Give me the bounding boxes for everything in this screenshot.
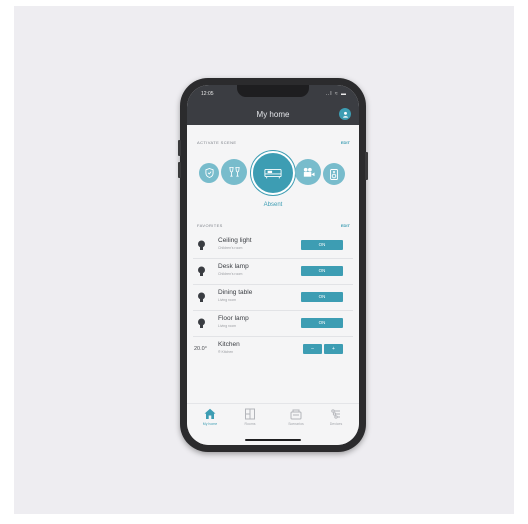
devices-icon: [331, 409, 340, 419]
scenarios-icon: [290, 409, 302, 420]
device-room: Children's room: [218, 246, 243, 250]
volume-up-button: [178, 140, 181, 156]
device-room: Living room: [218, 298, 237, 302]
projector-icon: [303, 167, 315, 177]
bulb-icon: [198, 292, 205, 302]
tab-label: My home: [202, 422, 218, 426]
scene-cinema[interactable]: [295, 159, 321, 185]
activate-scene-label: ACTIVATE SCENE: [197, 140, 237, 145]
shield-icon: [204, 168, 214, 178]
page-title: My home: [256, 110, 290, 119]
edit-favorites-link[interactable]: EDIT: [341, 223, 350, 228]
device-name: Dining table: [218, 289, 253, 296]
cheers-icon: [228, 166, 240, 177]
device-room: Children's room: [218, 272, 243, 276]
status-indicators: ..l ≈ ▬: [325, 91, 347, 97]
home-icon: [204, 408, 216, 419]
tab-devices[interactable]: Devices: [319, 408, 353, 426]
favorite-row-kitchen[interactable]: 20.0° Kitchen ® Kitchen – +: [193, 337, 353, 362]
favorite-row-desk-lamp[interactable]: Desk lamp Children's room ON: [193, 259, 353, 285]
status-time: 12:05: [201, 91, 214, 97]
favorite-row-dining-table[interactable]: Dining table Living room ON: [193, 285, 353, 311]
bulb-icon: [198, 240, 205, 250]
bulb-icon: [198, 318, 205, 328]
on-button[interactable]: ON: [301, 240, 343, 250]
scene-security[interactable]: [199, 163, 219, 183]
tab-scenarios[interactable]: Scenarios: [279, 408, 313, 426]
favorites-list: Ceiling light Children's room ON Desk la…: [193, 233, 353, 362]
device-name: Floor lamp: [218, 315, 249, 322]
app-header: 12:05 ..l ≈ ▬ My home: [187, 85, 359, 125]
favorite-row-ceiling-light[interactable]: Ceiling light Children's room ON: [193, 233, 353, 259]
profile-button[interactable]: [339, 108, 351, 120]
device-name: Kitchen: [218, 341, 240, 348]
on-button[interactable]: ON: [301, 266, 343, 276]
active-scene-label: Absent: [263, 202, 283, 208]
bulb-icon: [198, 266, 205, 276]
temperature-value: 20.0°: [194, 346, 207, 352]
device-room: ® Kitchen: [218, 350, 234, 354]
bed-icon: [264, 168, 282, 179]
on-button[interactable]: ON: [301, 318, 343, 328]
scene-party[interactable]: [221, 159, 247, 185]
notch: [237, 85, 309, 97]
on-button[interactable]: ON: [301, 292, 343, 302]
device-room: Living room: [218, 324, 237, 328]
favorite-row-floor-lamp[interactable]: Floor lamp Living room ON: [193, 311, 353, 337]
edit-scenes-link[interactable]: EDIT: [341, 140, 350, 145]
device-name: Desk lamp: [218, 263, 249, 270]
scene-absent[interactable]: [251, 151, 295, 195]
decrease-temperature-button[interactable]: –: [303, 344, 322, 354]
power-button: [365, 152, 368, 180]
tab-label: Rooms: [244, 422, 256, 426]
home-indicator: [245, 439, 301, 441]
tab-rooms[interactable]: Rooms: [233, 408, 267, 426]
app-screen: 12:05 ..l ≈ ▬ My home ACTIVATE SCENE EDI…: [187, 85, 359, 445]
tab-my-home[interactable]: My home: [193, 408, 227, 426]
speaker-icon: [330, 168, 338, 180]
device-name: Ceiling light: [218, 237, 252, 244]
tab-label: Scenarios: [288, 422, 304, 426]
tab-label: Devices: [329, 422, 343, 426]
increase-temperature-button[interactable]: +: [324, 344, 343, 354]
favorites-label: FAVORITES: [197, 223, 223, 228]
rooms-icon: [245, 408, 255, 420]
scene-music[interactable]: [323, 163, 345, 185]
user-icon: [342, 111, 348, 118]
volume-down-button: [178, 162, 181, 178]
